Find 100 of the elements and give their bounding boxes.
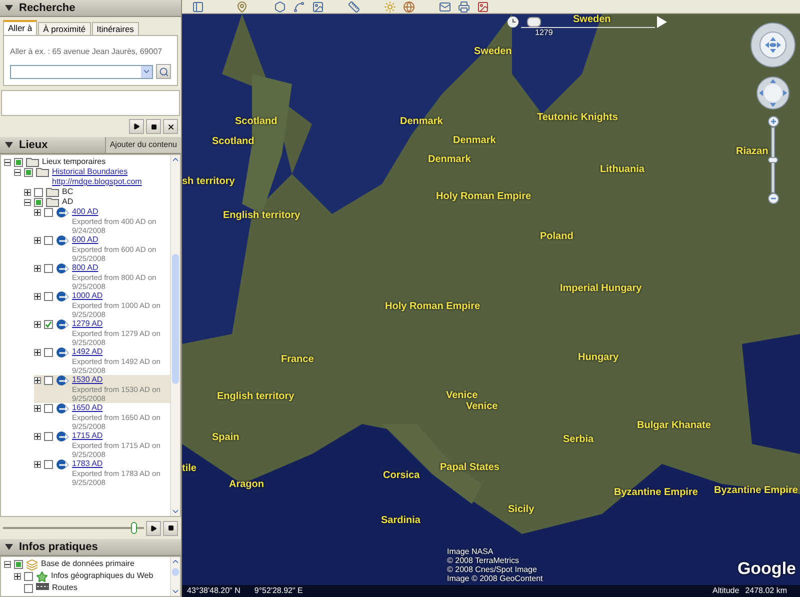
planet-icon[interactable] (403, 0, 415, 12)
place-link[interactable]: 800 AD (72, 263, 98, 273)
globe-arrow-icon (56, 403, 69, 414)
checkbox[interactable] (44, 236, 53, 245)
collapse-toggle[interactable] (4, 159, 11, 166)
checkbox[interactable] (44, 292, 53, 301)
collapse-triangle-icon[interactable] (5, 141, 13, 149)
place-link[interactable]: 1650 AD (72, 403, 103, 413)
checkbox[interactable] (44, 208, 53, 217)
place-link[interactable]: Historical Boundaries (52, 167, 128, 177)
checkbox[interactable] (34, 188, 43, 197)
tree-label[interactable]: Base de données primaire (41, 559, 134, 569)
mail-icon[interactable] (439, 0, 451, 12)
search-field[interactable] (10, 64, 153, 78)
tree-label[interactable]: BC (62, 187, 74, 197)
checkbox[interactable] (44, 264, 53, 273)
print-icon[interactable] (458, 0, 470, 12)
expand-toggle[interactable] (34, 433, 41, 440)
place-link[interactable]: 600 AD (72, 235, 98, 245)
path-icon[interactable] (293, 0, 305, 12)
collapse-triangle-icon[interactable] (5, 4, 13, 12)
ruler-icon[interactable] (348, 0, 360, 12)
move-joystick-control[interactable] (756, 76, 790, 110)
tour-slider-track[interactable] (3, 522, 144, 534)
checkbox[interactable] (24, 168, 33, 177)
play-button[interactable] (129, 119, 144, 134)
checkbox[interactable] (14, 158, 23, 167)
map-label: Sardinia (381, 515, 420, 527)
checkbox[interactable] (44, 432, 53, 441)
map-label: Byzantine Empire (614, 487, 698, 499)
tree-label[interactable]: Infos géographiques du Web (51, 571, 154, 581)
expand-toggle[interactable] (34, 209, 41, 216)
collapse-toggle[interactable] (4, 561, 11, 568)
collapse-toggle[interactable] (24, 199, 31, 206)
scroll-down-icon[interactable] (171, 587, 180, 596)
scroll-down-icon[interactable] (171, 507, 180, 516)
place-link[interactable]: 1279 AD (72, 319, 103, 329)
add-content-button[interactable]: Ajouter du contenu (104, 137, 181, 153)
stop-button[interactable] (146, 119, 161, 134)
tab[interactable]: Itinéraires (92, 22, 139, 35)
checkbox[interactable] (44, 376, 53, 385)
expand-toggle[interactable] (34, 265, 41, 272)
tour-slider-thumb[interactable] (130, 522, 137, 534)
tree-label[interactable]: AD (62, 197, 74, 207)
checkbox[interactable] (44, 404, 53, 413)
time-clock-icon[interactable] (507, 16, 519, 28)
checkbox[interactable] (24, 572, 33, 581)
checkbox[interactable] (34, 198, 43, 207)
time-slider-thumb[interactable] (527, 17, 541, 27)
checkbox[interactable] (14, 560, 23, 569)
search-button[interactable] (156, 64, 171, 79)
tree-label[interactable]: Lieux temporaires (42, 157, 106, 167)
scroll-thumb[interactable] (172, 254, 179, 384)
tab[interactable]: À proximité (38, 22, 91, 35)
close-button[interactable] (163, 119, 178, 134)
checkbox[interactable] (44, 348, 53, 357)
stop-button[interactable] (163, 520, 178, 536)
expand-toggle[interactable] (34, 293, 41, 300)
collapse-triangle-icon[interactable] (5, 543, 13, 551)
place-link[interactable]: http://mdge.blogspot.com (52, 177, 142, 187)
play-button[interactable] (146, 520, 161, 536)
tab[interactable]: Aller à (3, 20, 38, 35)
expand-toggle[interactable] (34, 377, 41, 384)
scroll-thumb[interactable] (172, 568, 179, 576)
expand-toggle[interactable] (34, 321, 41, 328)
expand-toggle[interactable] (34, 349, 41, 356)
checkbox[interactable] (44, 460, 53, 469)
globe-arrow-icon (56, 431, 69, 442)
expand-toggle[interactable] (14, 573, 21, 580)
polygon-icon[interactable] (274, 0, 286, 12)
play-icon[interactable] (657, 16, 667, 28)
place-link[interactable]: 1530 AD (72, 375, 103, 385)
dropdown-caret-icon[interactable] (142, 67, 151, 76)
place-link[interactable]: 1715 AD (72, 431, 103, 441)
map-label: Serbia (563, 434, 594, 446)
scrollbar[interactable] (170, 155, 180, 516)
folder-icon (46, 197, 59, 207)
place-link[interactable]: 1000 AD (72, 291, 103, 301)
checkbox[interactable] (24, 584, 33, 593)
tree-label[interactable]: Routes (52, 583, 78, 593)
map-view-icon[interactable] (477, 0, 489, 12)
satellite-map-drawing[interactable] (182, 14, 800, 597)
expand-toggle[interactable] (34, 237, 41, 244)
expand-toggle[interactable] (24, 189, 31, 196)
scroll-up-icon[interactable] (171, 155, 180, 164)
map-label: English territory (223, 210, 300, 222)
expand-toggle[interactable] (34, 461, 41, 468)
sidebar-icon[interactable] (192, 0, 204, 12)
place-link[interactable]: 1492 AD (72, 347, 103, 357)
scrollbar[interactable] (170, 557, 180, 596)
scroll-up-icon[interactable] (171, 557, 180, 566)
pin-icon[interactable] (236, 0, 248, 12)
collapse-toggle[interactable] (14, 169, 21, 176)
place-link[interactable]: 1783 AD (72, 459, 103, 469)
image-overlay-icon[interactable] (312, 0, 324, 12)
place-link[interactable]: 400 AD (72, 207, 98, 217)
expand-toggle[interactable] (34, 405, 41, 412)
zoom-slider-thumb[interactable] (768, 157, 778, 163)
time-slider-track[interactable] (521, 16, 655, 28)
globe-arrow-icon (56, 319, 69, 330)
